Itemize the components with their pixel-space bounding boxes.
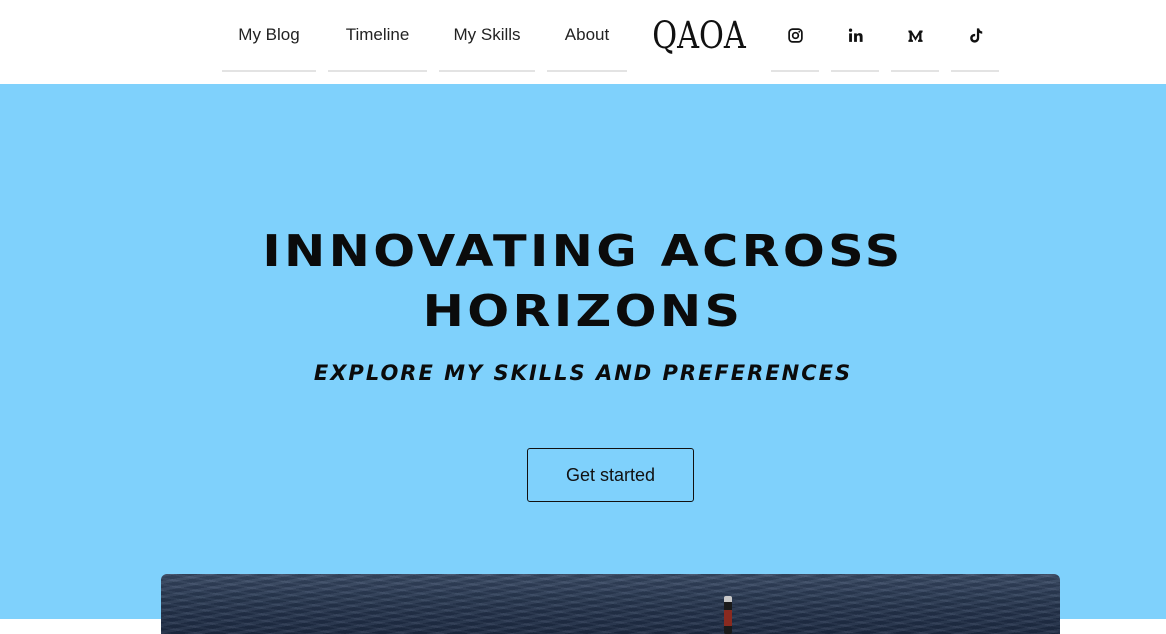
hero-title-text: INNOVATING ACROSS HORIZONS [262,226,904,337]
sea-waves [161,574,1060,634]
nav-my-skills[interactable]: My Skills [439,0,535,72]
tiktok-icon [969,27,982,43]
medium-icon [907,30,923,42]
hero-section: INNOVATING ACROSS HORIZONS EXPLORE MY SK… [0,84,1166,634]
get-started-button[interactable]: Get started [527,448,694,502]
nav-about[interactable]: About [547,0,627,72]
nav-timeline[interactable]: Timeline [328,0,427,72]
instagram-link[interactable] [771,0,819,72]
instagram-icon [787,27,803,43]
site-logo[interactable]: QAOA [652,10,746,60]
nav-my-blog[interactable]: My Blog [222,0,316,72]
hero-image [161,574,1060,634]
site-header: My Blog Timeline My Skills About QAOA [0,0,1166,84]
hero-title: INNOVATING ACROSS HORIZONS [0,222,1166,342]
linkedin-link[interactable] [831,0,879,72]
buoy-figure [724,596,732,634]
linkedin-icon [848,28,863,42]
medium-link[interactable] [891,0,939,72]
tiktok-link[interactable] [951,0,999,72]
hero-subtitle: EXPLORE MY SKILLS AND PREFERENCES [313,361,853,385]
